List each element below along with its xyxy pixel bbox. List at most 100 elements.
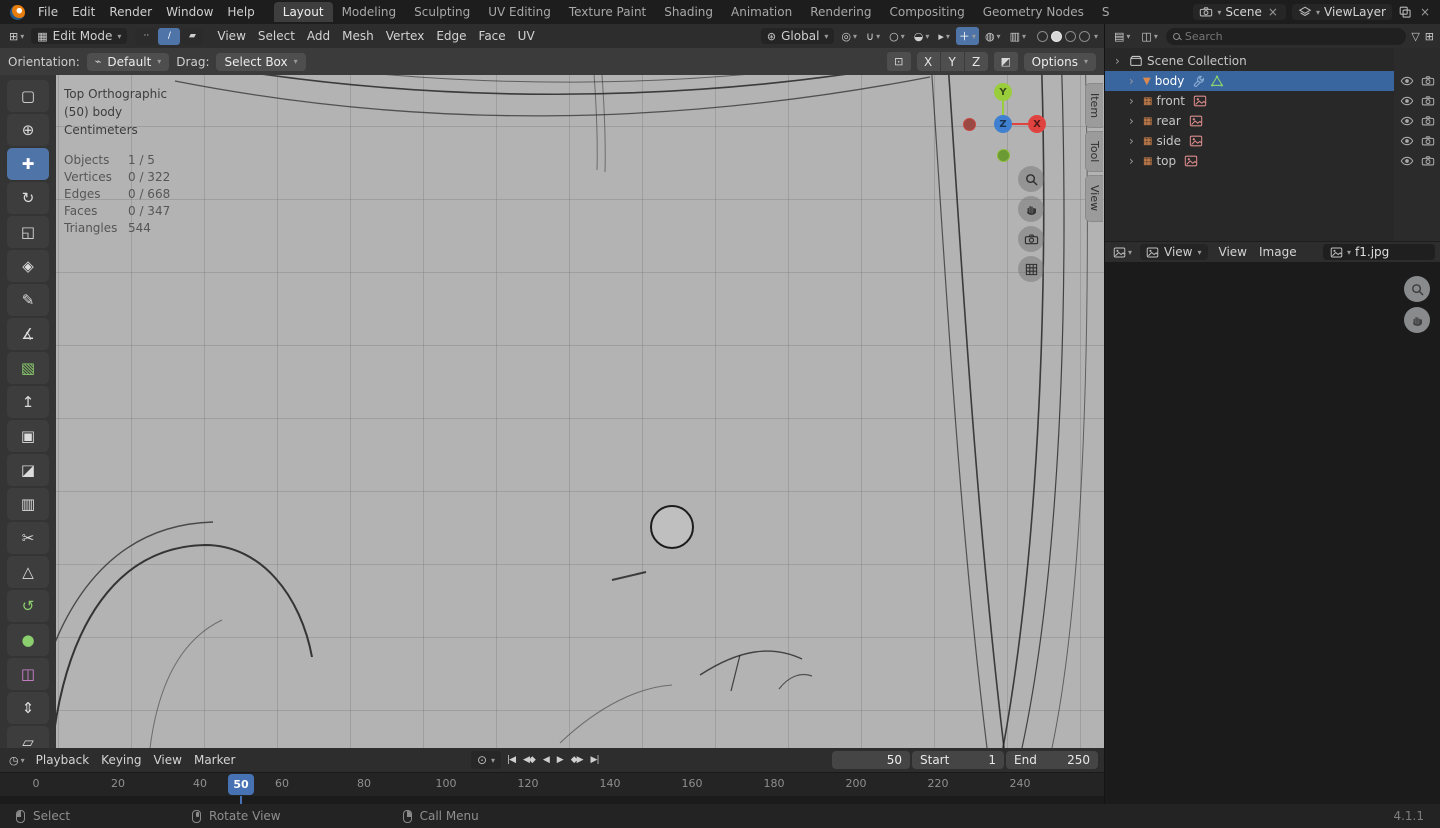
viewport-menu-mesh[interactable]: Mesh <box>336 27 380 45</box>
outliner-item-side[interactable]: ›▦side <box>1105 131 1440 151</box>
hide-viewport-eye-icon[interactable] <box>1400 154 1414 168</box>
viewport-menu-view[interactable]: View <box>211 27 251 45</box>
mode-dropdown[interactable]: ▦ Edit Mode ▾ <box>31 28 127 44</box>
expander-icon[interactable]: › <box>1129 154 1139 168</box>
outliner-search[interactable] <box>1166 28 1406 45</box>
timeline-menu-view[interactable]: View <box>147 751 187 769</box>
hide-viewport-eye-icon[interactable] <box>1400 114 1414 128</box>
next-keyframe-button[interactable]: ◆▶ <box>567 753 587 767</box>
selectability-icon[interactable]: ▸▾ <box>935 27 953 45</box>
timeline-menu-marker[interactable]: Marker <box>188 751 241 769</box>
show-overlays-icon[interactable]: ◍▾ <box>982 27 1004 45</box>
viewport-3d[interactable]: ▢⊕✚↻◱◈✎∡▧↥▣◪▥✂△↺●◫⇕▱ Top Orthographic (5… <box>0 75 1104 748</box>
remove-viewlayer-icon[interactable]: × <box>1418 5 1432 19</box>
menu-help[interactable]: Help <box>220 3 261 21</box>
toggle-xray-icon[interactable]: ▥▾ <box>1007 27 1029 45</box>
gizmo-neg-x-axis[interactable] <box>963 118 976 131</box>
zoom-button[interactable] <box>1018 166 1044 192</box>
menu-window[interactable]: Window <box>159 3 220 21</box>
image-zoom-button[interactable] <box>1404 276 1430 302</box>
tool-smooth[interactable]: ● <box>7 624 49 656</box>
menu-render[interactable]: Render <box>102 3 159 21</box>
workspace-tab-uv-editing[interactable]: UV Editing <box>479 2 560 22</box>
auto-keying-button[interactable]: ⊙▾ <box>471 751 501 769</box>
tool-move[interactable]: ✚ <box>7 148 49 180</box>
pan-button[interactable] <box>1018 196 1044 222</box>
select-mode-edge[interactable]: ∕ <box>158 28 180 45</box>
jump-to-end-button[interactable]: ▶| <box>587 753 603 767</box>
menu-file[interactable]: File <box>31 3 65 21</box>
current-frame-field[interactable]: 50 <box>832 751 910 769</box>
tool-measure[interactable]: ∡ <box>7 318 49 350</box>
drag-dropdown[interactable]: Select Box ▾ <box>216 53 305 71</box>
tool-scale[interactable]: ◱ <box>7 216 49 248</box>
new-collection-icon[interactable]: ⊞ <box>1425 30 1434 43</box>
unlink-scene-icon[interactable]: × <box>1266 5 1280 19</box>
tool-poly-build[interactable]: △ <box>7 556 49 588</box>
workspace-tab-animation[interactable]: Animation <box>722 2 801 22</box>
viewport-menu-select[interactable]: Select <box>252 27 301 45</box>
axis-z-button[interactable]: Z <box>965 52 988 71</box>
editor-type-button[interactable]: ⊞▾ <box>6 29 27 44</box>
tool-spin[interactable]: ↺ <box>7 590 49 622</box>
workspace-tab-modeling[interactable]: Modeling <box>333 2 406 22</box>
gizmo-y-axis[interactable]: Y <box>994 83 1012 101</box>
perspective-toggle-button[interactable] <box>1018 256 1044 282</box>
filter-funnel-icon[interactable]: ▽ <box>1411 30 1419 43</box>
tool-cursor[interactable]: ⊕ <box>7 114 49 146</box>
timeline-scroll-strip[interactable] <box>0 796 1104 804</box>
viewlayer-selector[interactable]: ▾ ViewLayer <box>1292 4 1392 20</box>
timeline-menu-keying[interactable]: Keying <box>95 751 147 769</box>
axis-y-button[interactable]: Y <box>941 52 964 71</box>
frame-end-field[interactable]: End 250 <box>1006 751 1098 769</box>
playhead[interactable]: 50 <box>228 774 254 795</box>
outliner-item-body[interactable]: ›▼body <box>1105 71 1440 91</box>
new-viewlayer-icon[interactable] <box>1398 5 1412 19</box>
snapping-icon[interactable]: ∪▾ <box>863 27 883 45</box>
sidebar-tab-item[interactable]: Item <box>1085 83 1103 128</box>
image-datablock-field[interactable]: ▾ f1.jpg <box>1323 244 1435 260</box>
play-button[interactable]: ▶ <box>553 753 567 767</box>
tool-extrude-region[interactable]: ↥ <box>7 386 49 418</box>
image-editor-canvas[interactable] <box>1105 262 1440 804</box>
viewport-menu-uv[interactable]: UV <box>512 27 541 45</box>
disable-render-camera-icon[interactable] <box>1421 154 1435 168</box>
hide-viewport-eye-icon[interactable] <box>1400 134 1414 148</box>
proportional-editing-icon[interactable]: ○▾ <box>886 27 908 45</box>
blender-logo-icon[interactable] <box>10 5 25 20</box>
outliner-display-mode-button[interactable]: ◫▾ <box>1138 29 1160 44</box>
tool-shear[interactable]: ▱ <box>7 726 49 748</box>
menu-edit[interactable]: Edit <box>65 3 102 21</box>
select-mode-vertex[interactable]: ·· <box>135 28 157 45</box>
options-dropdown[interactable]: Options ▾ <box>1024 53 1096 71</box>
outliner-item-top[interactable]: ›▦top <box>1105 151 1440 171</box>
expander-icon[interactable]: › <box>1129 74 1139 88</box>
pivot-point-icon[interactable]: ◎▾ <box>838 27 860 45</box>
expander-icon[interactable]: › <box>1129 134 1139 148</box>
tool-annotate[interactable]: ✎ <box>7 284 49 316</box>
outliner-scene-collection[interactable]: › Scene Collection <box>1105 51 1440 71</box>
sidebar-tab-view[interactable]: View <box>1085 175 1103 221</box>
transform-orientation-dropdown[interactable]: ⊛ Global ▾ <box>761 28 835 44</box>
disable-render-camera-icon[interactable] <box>1421 94 1435 108</box>
play-reverse-button[interactable]: ◀ <box>539 753 553 767</box>
hide-viewport-eye-icon[interactable] <box>1400 74 1414 88</box>
axis-x-button[interactable]: X <box>917 52 940 71</box>
tool-loop-cut[interactable]: ▥ <box>7 488 49 520</box>
timeline-menu-playback[interactable]: Playback <box>30 751 96 769</box>
gizmo-neg-y-axis[interactable] <box>997 149 1010 162</box>
visibility-icon[interactable]: ◒▾ <box>911 27 933 45</box>
outliner-item-rear[interactable]: ›▦rear <box>1105 111 1440 131</box>
image-pan-button[interactable] <box>1404 307 1430 333</box>
gizmo-z-axis[interactable]: Z <box>994 115 1012 133</box>
image-editor-type-button[interactable]: ▾ <box>1110 245 1135 260</box>
search-input[interactable] <box>1185 30 1399 43</box>
shading-solid-icon[interactable] <box>1051 31 1062 42</box>
viewport-menu-edge[interactable]: Edge <box>430 27 472 45</box>
image-mode-dropdown[interactable]: View ▾ <box>1140 244 1208 260</box>
workspace-tab-sculpting[interactable]: Sculpting <box>405 2 479 22</box>
workspace-tab-s[interactable]: S <box>1093 2 1119 22</box>
disable-render-camera-icon[interactable] <box>1421 74 1435 88</box>
shading-rendered-icon[interactable] <box>1079 31 1090 42</box>
outliner-item-front[interactable]: ›▦front <box>1105 91 1440 111</box>
